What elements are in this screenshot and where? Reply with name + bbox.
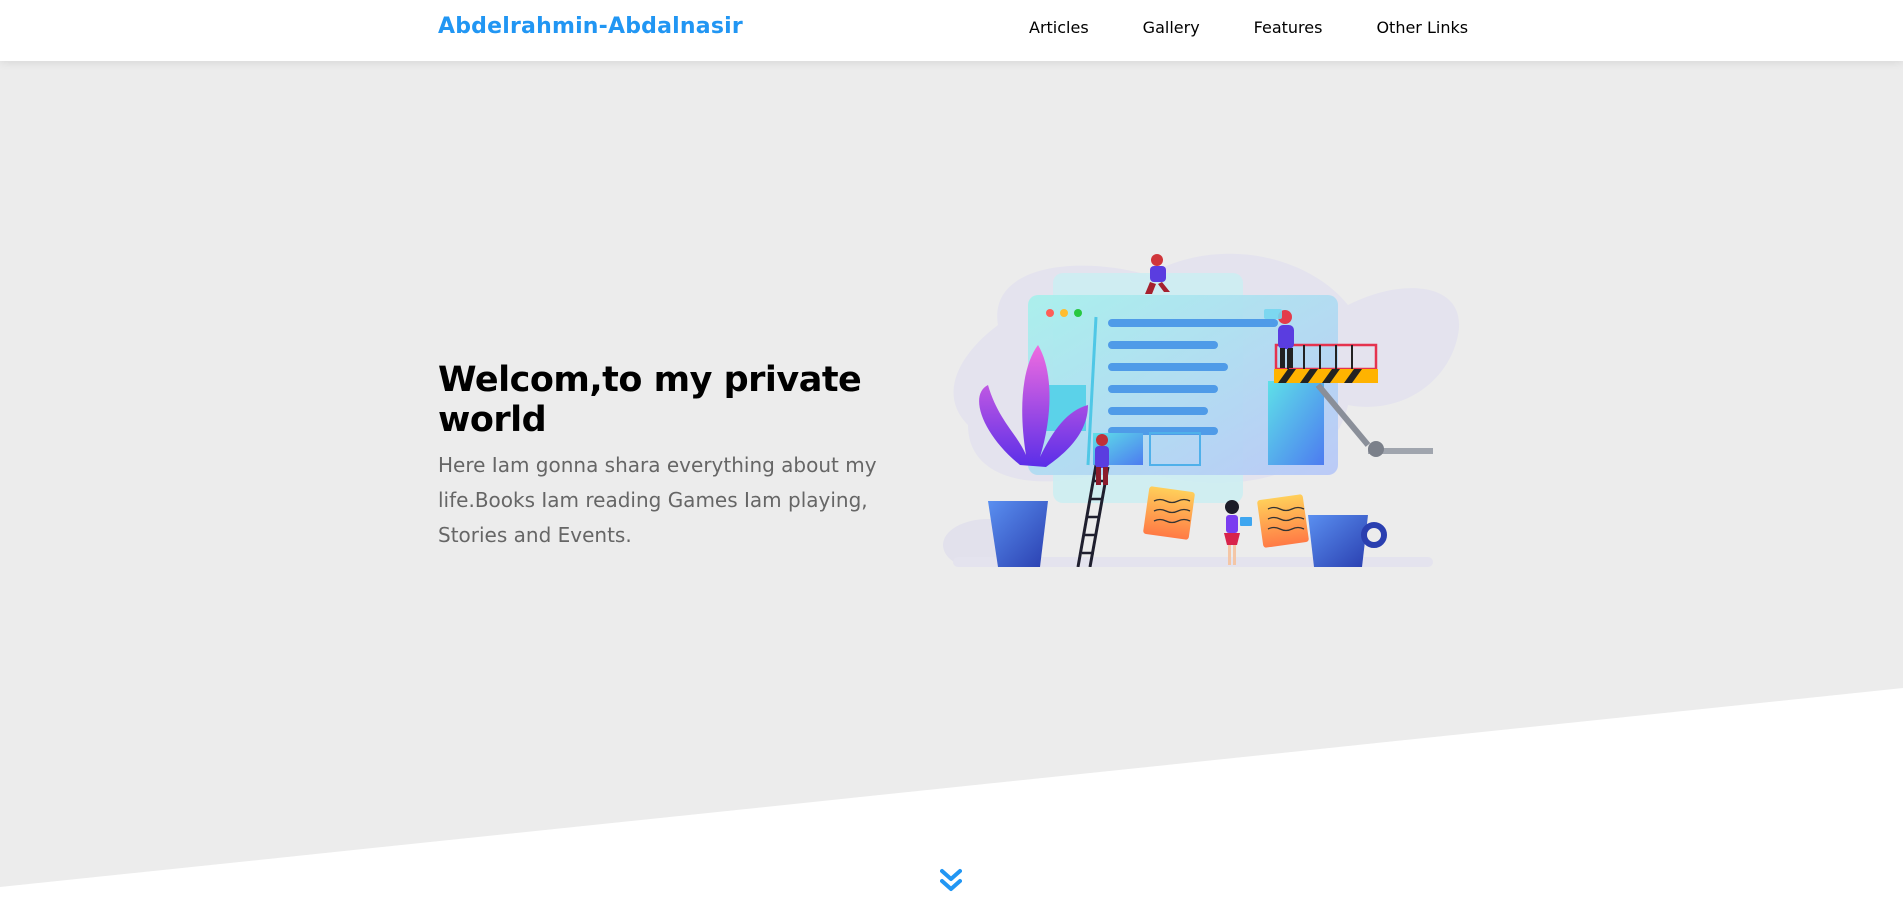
site-header: Abdelrahmin-Abdalnasir Articles Gallery …: [0, 0, 1903, 61]
nav-link-features[interactable]: Features: [1227, 0, 1350, 61]
nav-link-articles[interactable]: Articles: [1002, 0, 1116, 61]
landing-title: Welcom,to my private world: [438, 360, 862, 440]
landing-description: Here Iam gonna shara everything about my…: [438, 453, 877, 547]
double-chevron-down-icon[interactable]: [940, 868, 962, 896]
nav-link-gallery[interactable]: Gallery: [1116, 0, 1227, 61]
nav-link-other-links[interactable]: Other Links: [1349, 0, 1495, 61]
landing-intro: Welcom,to my private world Here Iam gonn…: [438, 360, 888, 553]
main-nav: Articles Gallery Features Other Links: [1002, 0, 1495, 61]
site-logo[interactable]: Abdelrahmin-Abdalnasir: [438, 14, 743, 39]
web-building-illustration: [943, 253, 1460, 567]
